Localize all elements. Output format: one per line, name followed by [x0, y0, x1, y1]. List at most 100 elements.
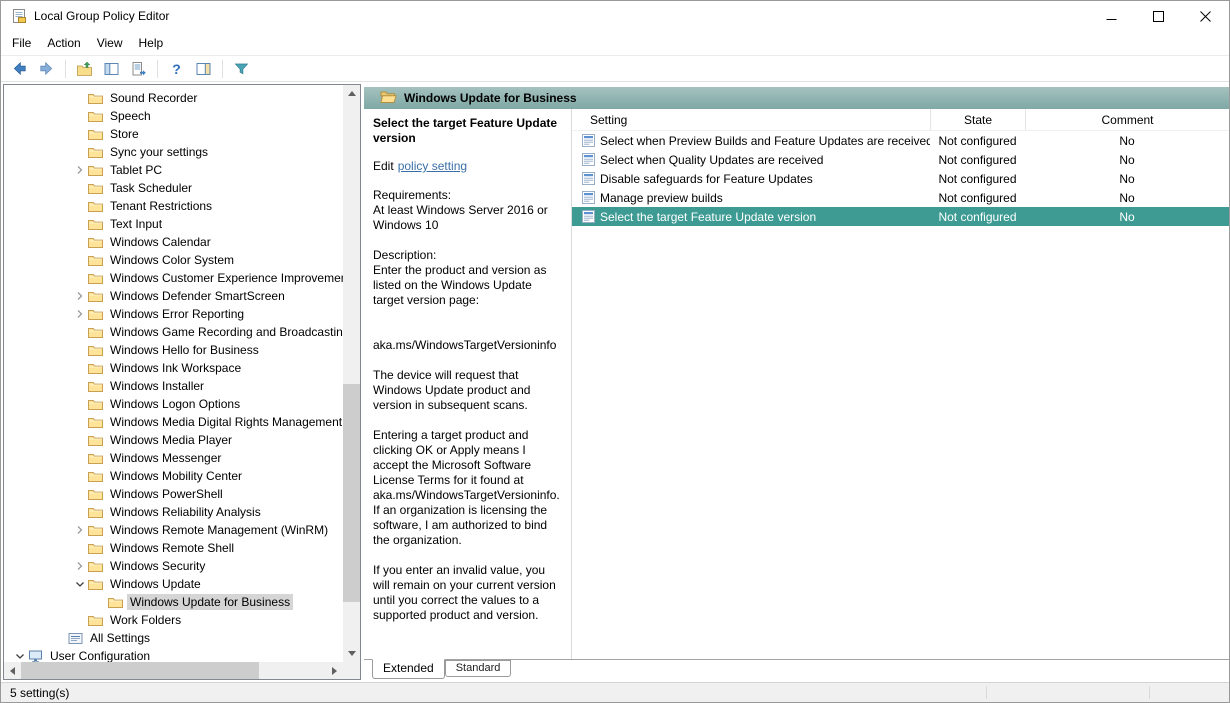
tree-item-windows-security[interactable]: Windows Security: [4, 557, 343, 575]
tree-item-sound-recorder[interactable]: Sound Recorder: [4, 89, 343, 107]
detail-pane: Select the target Feature Update version…: [364, 109, 572, 659]
tree-item-label: Tablet PC: [107, 162, 165, 178]
setting-row-select-when-quality-updates-are-received[interactable]: Select when Quality Updates are received…: [572, 150, 1229, 169]
toolbar-filter-button[interactable]: [229, 57, 254, 80]
expand-arrow-icon[interactable]: [72, 162, 88, 178]
settings-list-pane: SettingStateComment Select when Preview …: [572, 109, 1229, 659]
status-separator: [1149, 686, 1150, 699]
open-folder-icon: [380, 90, 397, 107]
expand-arrow-icon[interactable]: [72, 522, 88, 538]
tree-item-speech[interactable]: Speech: [4, 107, 343, 125]
tree-item-windows-media-player[interactable]: Windows Media Player: [4, 431, 343, 449]
help-icon: ?: [168, 61, 185, 77]
toolbar-export-list-button[interactable]: [126, 57, 151, 80]
expand-arrow-icon[interactable]: [72, 306, 88, 322]
scroll-up-button[interactable]: [343, 85, 360, 102]
scroll-right-button[interactable]: [326, 662, 343, 679]
tree-item-label: Windows Remote Management (WinRM): [107, 522, 331, 538]
svg-text:?: ?: [172, 61, 181, 77]
tree-item-label: Windows Remote Shell: [107, 540, 237, 556]
tree-item-windows-remote-shell[interactable]: Windows Remote Shell: [4, 539, 343, 557]
tree-item-windows-game-recording-and-broadcasting[interactable]: Windows Game Recording and Broadcasting: [4, 323, 343, 341]
tree-item-windows-hello-for-business[interactable]: Windows Hello for Business: [4, 341, 343, 359]
menu-item-action[interactable]: Action: [39, 32, 88, 54]
setting-cell: Select when Preview Builds and Feature U…: [572, 134, 930, 148]
scrollbar-corner: [343, 662, 360, 679]
folder-icon: [88, 182, 104, 195]
close-button[interactable]: [1182, 1, 1229, 31]
vertical-scroll-thumb[interactable]: [343, 384, 360, 601]
expand-arrow-icon[interactable]: [72, 558, 88, 574]
tree-item-windows-update[interactable]: Windows Update: [4, 575, 343, 593]
toolbar-help-button[interactable]: ?: [164, 57, 189, 80]
tree-item-sync-your-settings[interactable]: Sync your settings: [4, 143, 343, 161]
horizontal-scroll-track[interactable]: [21, 662, 326, 679]
tree-item-label: Windows Media Digital Rights Management: [107, 414, 343, 430]
setting-row-select-when-preview-builds-and-feature-updates-are-received[interactable]: Select when Preview Builds and Feature U…: [572, 131, 1229, 150]
description-paragraph: The device will request that Windows Upd…: [373, 368, 563, 413]
tree-item-tablet-pc[interactable]: Tablet PC: [4, 161, 343, 179]
tree-item-windows-error-reporting[interactable]: Windows Error Reporting: [4, 305, 343, 323]
horizontal-scroll-thumb[interactable]: [21, 662, 259, 679]
setting-cell: Disable safeguards for Feature Updates: [572, 172, 930, 186]
tree-item-work-folders[interactable]: Work Folders: [4, 611, 343, 629]
tree-vertical-scrollbar[interactable]: [343, 85, 360, 662]
tree-item-label: Work Folders: [107, 612, 184, 628]
tree-item-windows-ink-workspace[interactable]: Windows Ink Workspace: [4, 359, 343, 377]
tab-standard[interactable]: Standard: [445, 660, 512, 677]
description-label: Description:: [373, 248, 563, 263]
title-bar[interactable]: Local Group Policy Editor: [1, 1, 1229, 31]
menu-item-file[interactable]: File: [4, 32, 39, 54]
tree-item-tenant-restrictions[interactable]: Tenant Restrictions: [4, 197, 343, 215]
tree-item-windows-color-system[interactable]: Windows Color System: [4, 251, 343, 269]
toolbar-separator: [157, 60, 158, 78]
maximize-button[interactable]: [1135, 1, 1182, 31]
folder-icon: [88, 308, 104, 321]
edit-policy-setting-link[interactable]: policy setting: [398, 159, 467, 173]
tree-item-windows-remote-management-winrm[interactable]: Windows Remote Management (WinRM): [4, 521, 343, 539]
collapse-arrow-icon[interactable]: [72, 576, 88, 592]
tree-item-windows-logon-options[interactable]: Windows Logon Options: [4, 395, 343, 413]
column-header-state[interactable]: State: [930, 109, 1025, 130]
toolbar-action-pane-button[interactable]: [191, 57, 216, 80]
setting-cell: Select the target Feature Update version: [572, 210, 930, 224]
tree-item-windows-customer-experience-improvement[interactable]: Windows Customer Experience Improvement: [4, 269, 343, 287]
tree-item-all-settings[interactable]: All Settings: [4, 629, 343, 647]
tree-item-windows-media-digital-rights-management[interactable]: Windows Media Digital Rights Management: [4, 413, 343, 431]
tree-item-store[interactable]: Store: [4, 125, 343, 143]
setting-row-manage-preview-builds[interactable]: Manage preview buildsNot configuredNo: [572, 188, 1229, 207]
menu-item-help[interactable]: Help: [131, 32, 172, 54]
setting-row-select-the-target-feature-update-version[interactable]: Select the target Feature Update version…: [572, 207, 1229, 226]
tree-item-text-input[interactable]: Text Input: [4, 215, 343, 233]
minimize-button[interactable]: [1088, 1, 1135, 31]
folder-icon: [88, 254, 104, 267]
tree-item-windows-powershell[interactable]: Windows PowerShell: [4, 485, 343, 503]
tree-item-windows-mobility-center[interactable]: Windows Mobility Center: [4, 467, 343, 485]
description-paragraph: aka.ms/WindowsTargetVersioninfo: [373, 338, 563, 353]
tree-item-windows-defender-smartscreen[interactable]: Windows Defender SmartScreen: [4, 287, 343, 305]
collapse-arrow-icon[interactable]: [12, 648, 28, 662]
status-bar: 5 setting(s): [1, 682, 1229, 702]
tree-item-windows-installer[interactable]: Windows Installer: [4, 377, 343, 395]
setting-row-disable-safeguards-for-feature-updates[interactable]: Disable safeguards for Feature UpdatesNo…: [572, 169, 1229, 188]
tree-item-windows-update-for-business[interactable]: Windows Update for Business: [4, 593, 343, 611]
scroll-down-button[interactable]: [343, 645, 360, 662]
tree-item-task-scheduler[interactable]: Task Scheduler: [4, 179, 343, 197]
column-header-setting[interactable]: Setting: [572, 109, 930, 130]
state-cell: Not configured: [930, 172, 1025, 186]
menu-item-view[interactable]: View: [89, 32, 131, 54]
tree-horizontal-scrollbar[interactable]: [4, 662, 343, 679]
toolbar-forward-button[interactable]: [34, 57, 59, 80]
column-header-comment[interactable]: Comment: [1025, 109, 1229, 130]
toolbar-up-level-button[interactable]: [72, 57, 97, 80]
expand-arrow-icon[interactable]: [72, 288, 88, 304]
tree-item-windows-messenger[interactable]: Windows Messenger: [4, 449, 343, 467]
tree-item-windows-calendar[interactable]: Windows Calendar: [4, 233, 343, 251]
toolbar-back-button[interactable]: [7, 57, 32, 80]
scroll-left-button[interactable]: [4, 662, 21, 679]
vertical-scroll-track[interactable]: [343, 102, 360, 645]
tree-item-windows-reliability-analysis[interactable]: Windows Reliability Analysis: [4, 503, 343, 521]
toolbar-show-hide-tree-button[interactable]: [99, 57, 124, 80]
tab-extended[interactable]: Extended: [372, 659, 445, 679]
tree-item-user-configuration[interactable]: User Configuration: [4, 647, 343, 662]
